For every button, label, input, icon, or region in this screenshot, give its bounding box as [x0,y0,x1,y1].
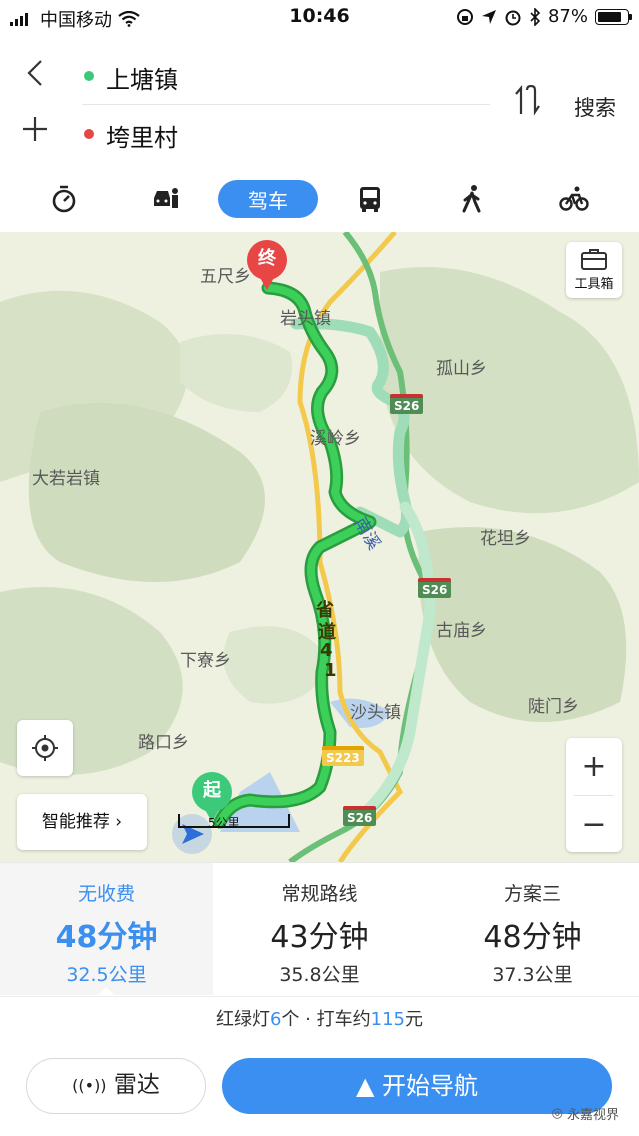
smart-recommend-label: 智能推荐 [41,812,110,832]
bike-icon [559,186,589,211]
walk-icon [462,185,481,213]
route-info: 红绿灯6个 · 打车约115元 [0,996,639,1043]
timer-icon [52,185,76,213]
tab-bike[interactable] [550,180,598,218]
radar-label: 雷达 [113,1072,160,1098]
route-label: 方案三 [503,883,561,905]
shield-s26-bottom: S26 [343,806,377,826]
route-option-1[interactable]: 无收费 48分钟 32.5公里 [0,863,213,995]
origin-dot-icon [84,71,94,81]
battery-percent: 87% [547,6,588,27]
tab-taxi[interactable] [142,180,190,218]
tab-bus[interactable] [346,180,394,218]
watermark: ◎ 永嘉视界 [552,1104,619,1123]
road-text-3: 4 [320,640,333,661]
destination-dot-icon [84,129,94,139]
bottom-bar: ((•)) 雷达 ▲ 开始导航 ◎ 永嘉视界 [0,1044,639,1136]
route-distance: 35.8公里 [279,964,360,986]
bluetooth-icon [530,7,541,26]
row-divider [82,104,490,105]
route-time: 48分钟 [483,920,582,955]
taxi-fare: 115 [370,1009,405,1030]
map-label-xialiao: 下寮乡 [180,651,231,671]
lights-prefix: 红绿灯 [216,1009,270,1030]
route-options: 无收费 48分钟 32.5公里 常规路线 43分钟 35.8公里 方案三 48分… [0,862,639,995]
map-label-wuchi: 五尺乡 [200,267,251,287]
route-distance: 37.3公里 [492,964,573,986]
travel-mode-tabs: 驾车 [0,178,639,220]
map-label-gumiao: 古庙乡 [436,621,487,641]
status-bar: 中国移动 10:46 87% [0,0,639,34]
watermark-label: 永嘉视界 [566,1108,619,1123]
map-label-gushan: 孤山乡 [436,359,487,379]
map-label-yantou: 岩头镇 [280,309,331,329]
tab-drive[interactable]: 驾车 [218,180,318,218]
toolbox-button[interactable]: 工具箱 [566,242,622,298]
chevron-right-icon: › [115,812,123,832]
search-button[interactable]: 搜索 [574,92,616,122]
zoom-controls: + − [566,738,622,852]
add-waypoint-icon[interactable] [20,116,50,150]
route-label: 常规路线 [281,883,358,905]
destination-field[interactable]: 垮里村 [106,118,178,153]
route-option-2[interactable]: 常规路线 43分钟 35.8公里 [213,863,426,995]
map-view[interactable]: 五尺乡 岩头镇 孤山乡 溪岭乡 大若岩镇 花坦乡 古庙乡 下寮乡 沙头镇 路口乡… [0,232,639,862]
map-label-huatan: 花坦乡 [480,529,531,549]
route-header: 上塘镇 垮里村 搜索 驾车 [0,34,639,234]
crosshair-icon [32,735,58,761]
map-label-lukou: 路口乡 [138,733,189,753]
swap-icon[interactable] [512,84,542,124]
route-label: 无收费 [77,883,135,905]
start-navigation-label: 开始导航 [382,1072,479,1100]
locate-button[interactable] [17,720,73,776]
destination-pin[interactable]: 终 [247,240,287,292]
route-time: 43分钟 [270,920,369,955]
origin-row[interactable]: 上塘镇 [0,48,490,104]
zoom-out-button[interactable]: − [566,796,622,853]
alarm-icon [505,10,521,25]
battery-icon [595,8,632,25]
wechat-icon: ◎ [551,1106,563,1121]
map-label-xiyan: 溪岭乡 [310,429,361,449]
tab-walk[interactable] [448,180,496,218]
shield-s26-mid: S26 [418,578,452,598]
navigation-arrow-icon: ▲ [355,1072,375,1100]
lights-count: 6 [270,1009,282,1030]
toolbox-label: 工具箱 [574,277,614,292]
rotation-lock-icon [456,8,473,25]
radar-button[interactable]: ((•)) 雷达 [26,1058,206,1114]
map-label-shatou: 沙头镇 [350,703,401,723]
lights-suffix: 个 · 打车约 [281,1009,371,1030]
origin-field[interactable]: 上塘镇 [106,60,178,95]
destination-row[interactable]: 垮里村 [0,106,490,162]
smart-recommend-button[interactable]: 智能推荐 › [17,794,147,850]
back-icon[interactable] [20,58,50,96]
radar-icon: ((•)) [72,1076,107,1095]
tab-timer[interactable] [40,180,88,218]
scale-label: 5公里 [208,816,240,830]
shield-s223: S223 [322,746,364,766]
route-time: 48分钟 [55,920,158,955]
map-label-daruoyan: 大若岩镇 [32,469,100,489]
briefcase-icon [581,249,607,270]
map-label-dianmen: 陡门乡 [528,697,579,717]
location-icon [481,9,496,24]
end-pin-label: 终 [247,240,287,280]
taxi-icon [154,188,178,208]
road-text-4: 1 [324,660,337,681]
route-distance: 32.5公里 [66,964,147,986]
route-option-3[interactable]: 方案三 48分钟 37.3公里 [426,863,639,995]
zoom-in-button[interactable]: + [566,738,622,795]
fare-suffix: 元 [404,1009,423,1030]
shield-s26-top: S26 [390,394,424,414]
start-pin-label: 起 [192,772,232,812]
bus-icon [360,187,380,212]
